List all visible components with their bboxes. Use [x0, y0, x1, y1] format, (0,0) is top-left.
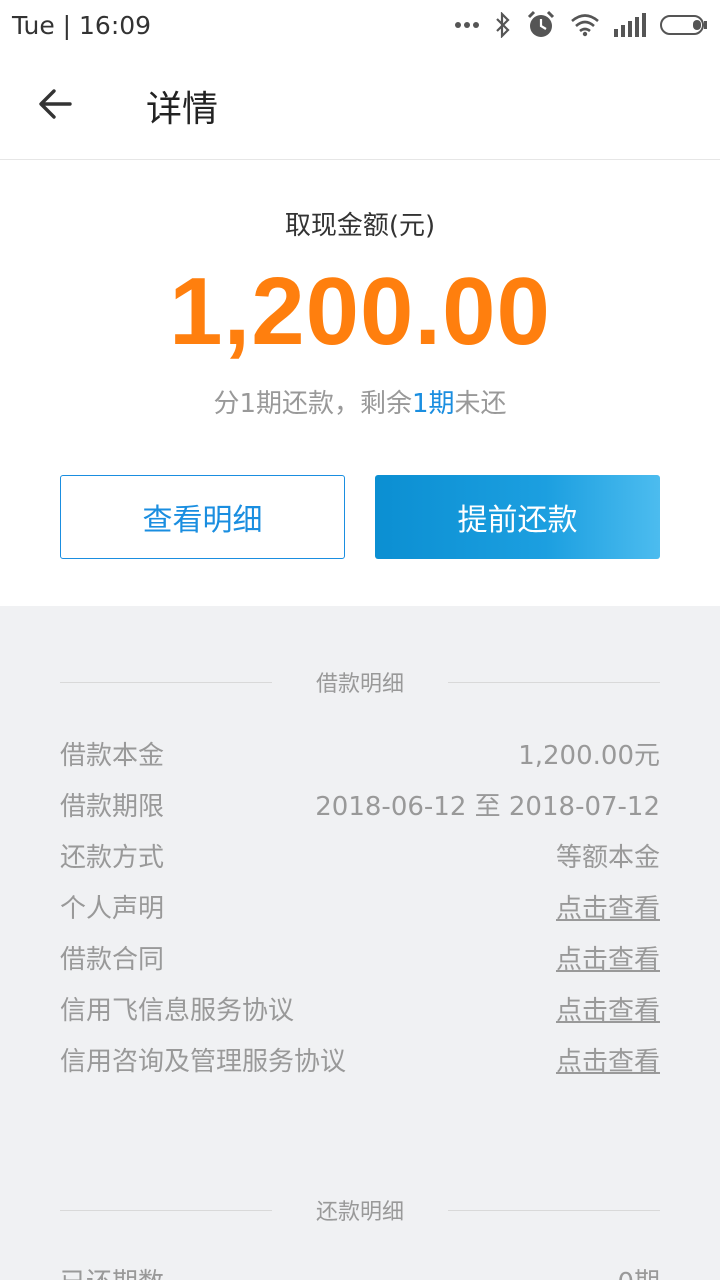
row-label: 还款方式 — [60, 842, 165, 873]
row-value: 2018-06-12 至 2018-07-12 — [315, 791, 660, 822]
installment-suffix: 未还 — [454, 389, 507, 419]
detail-row-repay-method: 还款方式 等额本金 — [60, 835, 660, 875]
signal-icon — [614, 13, 646, 37]
divider — [448, 1210, 660, 1211]
installment-prefix: 分1期还款，剩余 — [213, 389, 412, 419]
view-link[interactable]: 点击查看 — [556, 1041, 660, 1078]
loan-detail-heading: 借款明细 — [60, 662, 660, 702]
repay-detail-heading: 还款明细 — [60, 1190, 660, 1230]
row-label: 借款合同 — [60, 944, 165, 975]
divider — [448, 682, 660, 683]
repay-row-paid-periods: 已还期数 0期 — [60, 1260, 660, 1280]
row-label: 已还期数 — [60, 1262, 164, 1280]
app-header: 详情 — [0, 50, 720, 160]
view-link[interactable]: 点击查看 — [556, 990, 660, 1027]
detail-row-loan-contract: 借款合同 点击查看 — [60, 937, 660, 977]
installment-remaining: 1期 — [411, 389, 455, 419]
view-link[interactable]: 点击查看 — [556, 888, 660, 925]
detail-row-consulting-agreement: 信用咨询及管理服务协议 点击查看 — [60, 1039, 660, 1079]
battery-icon — [660, 15, 707, 35]
detail-row-personal-statement: 个人声明 点击查看 — [60, 886, 660, 926]
back-arrow-icon[interactable] — [36, 84, 76, 124]
row-value: 1,200.00元 — [518, 740, 660, 771]
row-value: 0期 — [617, 1262, 660, 1280]
bluetooth-icon — [496, 12, 510, 38]
row-label: 信用咨询及管理服务协议 — [60, 1046, 347, 1077]
more-dots-icon — [455, 22, 479, 28]
row-label: 信用飞信息服务协议 — [60, 995, 295, 1026]
detail-row-info-service-agreement: 信用飞信息服务协议 点击查看 — [60, 988, 660, 1028]
page-title: 详情 — [146, 89, 219, 130]
row-label: 个人声明 — [60, 893, 165, 924]
row-label: 借款期限 — [60, 791, 165, 822]
detail-row-term: 借款期限 2018-06-12 至 2018-07-12 — [60, 784, 660, 824]
row-value: 等额本金 — [555, 842, 660, 873]
status-bar: Tue | 16:09 — [0, 0, 720, 50]
view-link[interactable]: 点击查看 — [556, 939, 660, 976]
prepay-button[interactable]: 提前还款 — [375, 475, 660, 559]
amount-value: 1,200.00 — [169, 258, 551, 365]
details-area: 借款明细 借款本金 1,200.00元 借款期限 2018-06-12 至 20… — [0, 606, 720, 1280]
row-label: 借款本金 — [60, 740, 165, 771]
wifi-icon — [571, 14, 599, 37]
detail-row-principal: 借款本金 1,200.00元 — [60, 733, 660, 773]
installment-info: 分1期还款，剩余1期未还 — [0, 383, 720, 420]
summary-card: 取现金额(元) 1,200.00 分1期还款，剩余1期未还 查看明细 提前还款 — [0, 161, 720, 606]
alarm-icon — [527, 10, 555, 37]
status-time: Tue | 16:09 — [12, 10, 152, 40]
amount-label: 取现金额(元) — [284, 211, 436, 241]
status-icons — [454, 10, 708, 40]
view-detail-button[interactable]: 查看明细 — [60, 475, 345, 559]
